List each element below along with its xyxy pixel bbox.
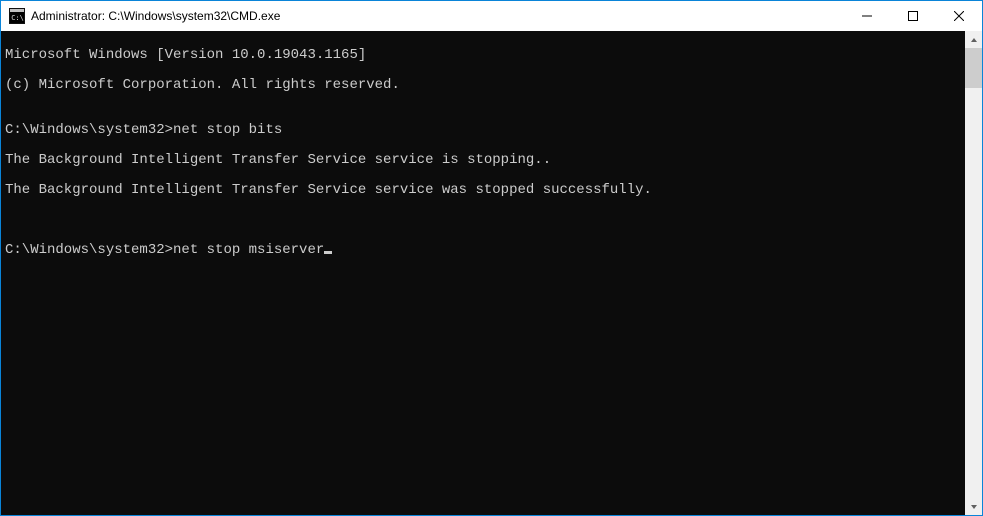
chevron-down-icon	[970, 503, 978, 511]
svg-text:C:\: C:\	[11, 14, 24, 22]
output-line: The Background Intelligent Transfer Serv…	[5, 153, 961, 168]
vertical-scrollbar[interactable]	[965, 31, 982, 515]
version-line: Microsoft Windows [Version 10.0.19043.11…	[5, 48, 961, 63]
scrollbar-track[interactable]	[965, 48, 982, 498]
client-area: Microsoft Windows [Version 10.0.19043.11…	[1, 31, 982, 515]
cmd-window: C:\ Administrator: C:\Windows\system32\C…	[0, 0, 983, 516]
cmd-icon: C:\	[9, 8, 25, 24]
cursor	[324, 251, 332, 254]
command-text: net stop bits	[173, 122, 282, 138]
copyright-line: (c) Microsoft Corporation. All rights re…	[5, 78, 961, 93]
command-line-1: C:\Windows\system32>net stop bits	[5, 123, 961, 138]
titlebar[interactable]: C:\ Administrator: C:\Windows\system32\C…	[1, 1, 982, 31]
command-text: net stop msiserver	[173, 242, 324, 258]
prompt: C:\Windows\system32>	[5, 242, 173, 258]
minimize-button[interactable]	[844, 1, 890, 31]
maximize-button[interactable]	[890, 1, 936, 31]
terminal-output[interactable]: Microsoft Windows [Version 10.0.19043.11…	[1, 31, 965, 515]
scroll-up-button[interactable]	[965, 31, 982, 48]
prompt: C:\Windows\system32>	[5, 122, 173, 138]
window-title: Administrator: C:\Windows\system32\CMD.e…	[31, 9, 844, 23]
scroll-down-button[interactable]	[965, 498, 982, 515]
scrollbar-thumb[interactable]	[965, 48, 982, 88]
command-line-2: C:\Windows\system32>net stop msiserver	[5, 243, 961, 258]
window-controls	[844, 1, 982, 31]
chevron-up-icon	[970, 36, 978, 44]
close-button[interactable]	[936, 1, 982, 31]
output-line: The Background Intelligent Transfer Serv…	[5, 183, 961, 198]
